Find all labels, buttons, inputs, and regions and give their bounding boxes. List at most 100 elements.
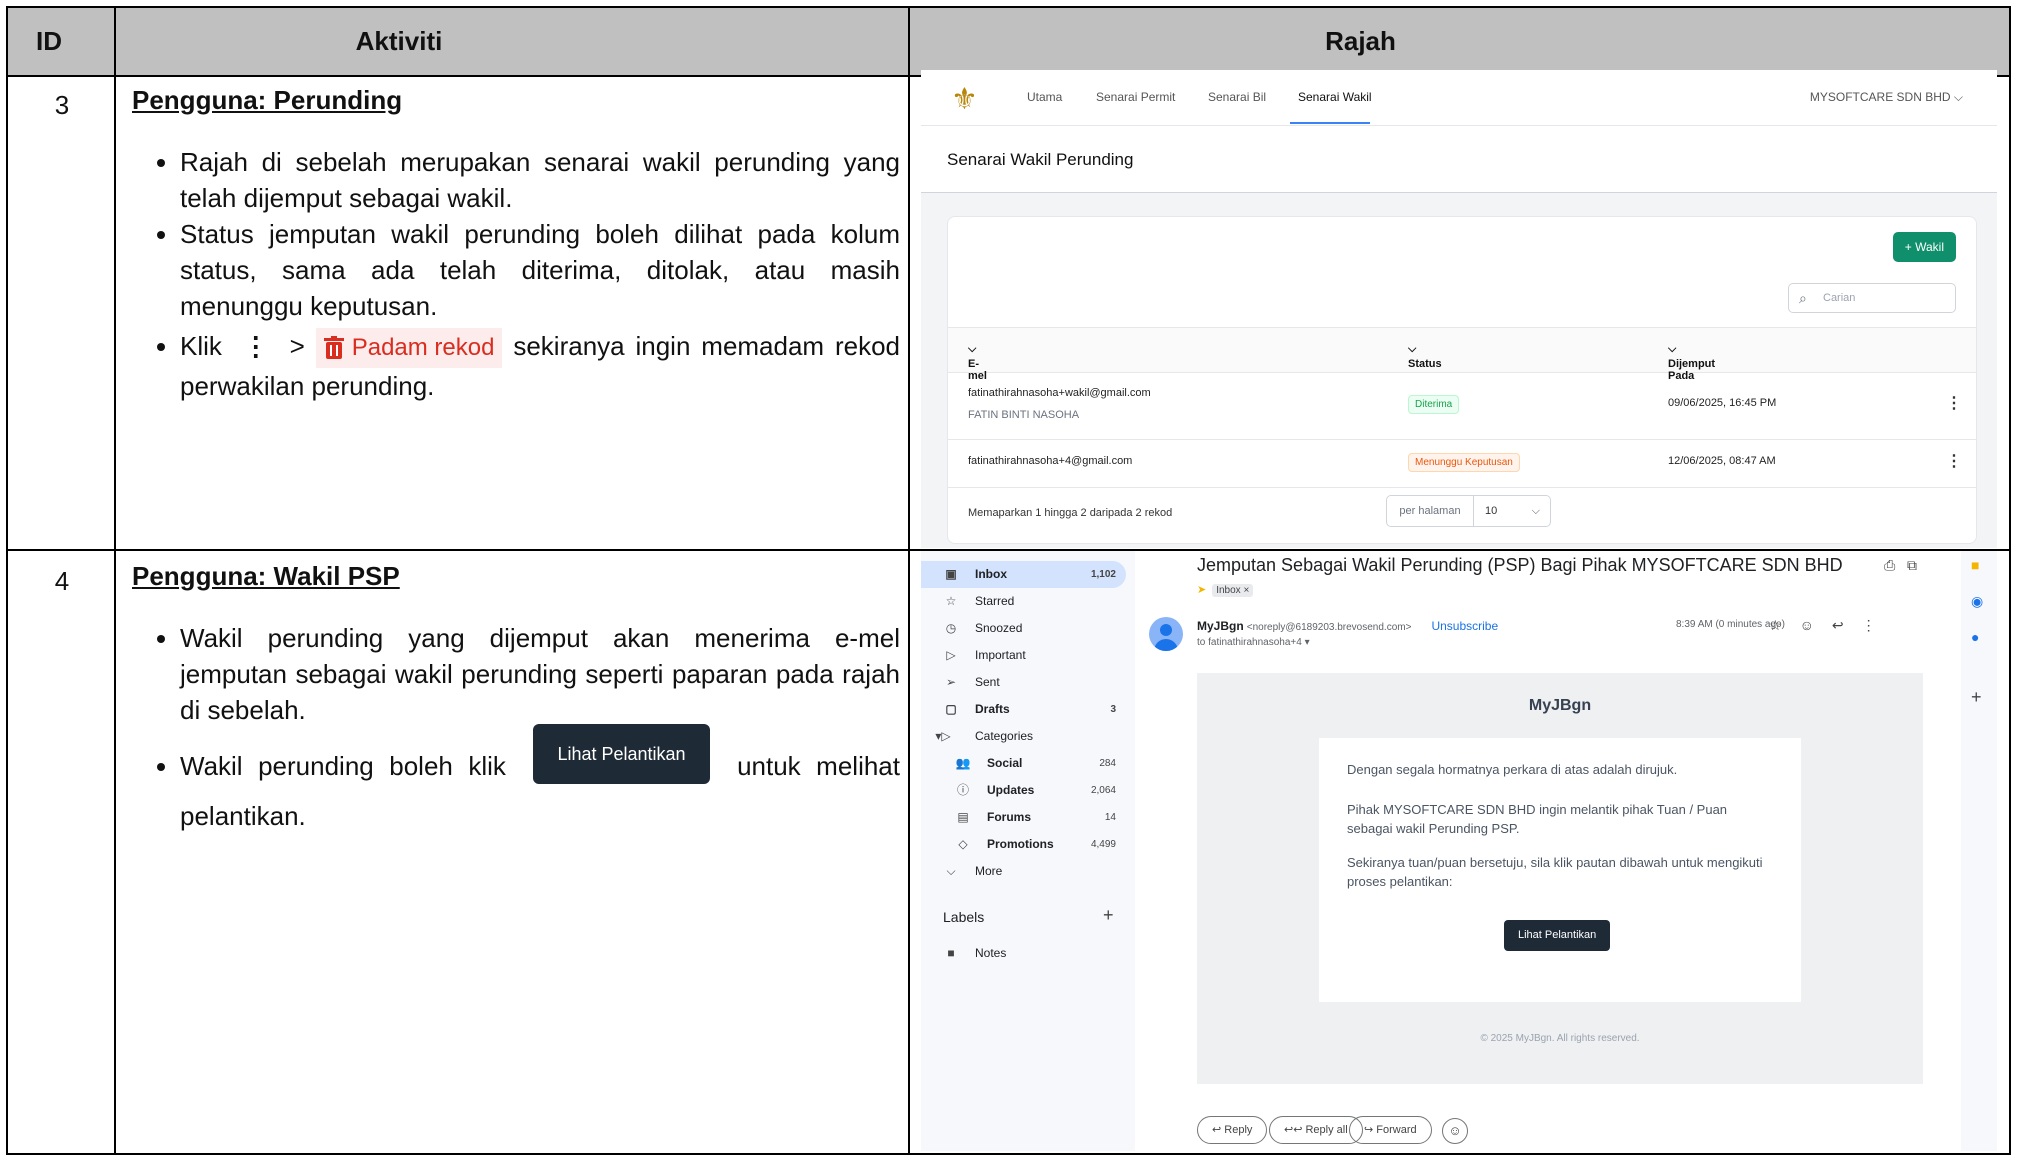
nav-senarai-permit[interactable]: Senarai Permit bbox=[1096, 90, 1175, 104]
col-email[interactable]: E-mel ⌵ bbox=[968, 343, 987, 382]
sidebar-count: 2,064 bbox=[1090, 785, 1116, 796]
top-nav: ⚜ Utama Senarai Permit Senarai Bil Senar… bbox=[921, 70, 1997, 126]
row-date: 12/06/2025, 08:47 AM bbox=[1668, 455, 1776, 467]
table-row: fatinathirahnasoha+wakil@gmail.com FATIN… bbox=[948, 371, 1976, 440]
chevron-down-icon: ⌵ bbox=[1531, 505, 1540, 517]
row3-id: 3 bbox=[54, 90, 70, 120]
sidebar-count: 4,499 bbox=[1090, 839, 1116, 850]
email-top-actions: ⎙ ⧉ bbox=[1884, 557, 1917, 574]
email-subject: Jemputan Sebagai Wakil Perunding (PSP) B… bbox=[1197, 555, 1843, 575]
print-icon[interactable]: ⎙ bbox=[1884, 557, 1895, 573]
sidebar-label: Social bbox=[987, 756, 1023, 770]
kebab-menu-icon[interactable]: ⋮ bbox=[1946, 451, 1962, 471]
row4-bullet-1: Wakil perunding yang dijemput akan mener… bbox=[180, 620, 900, 728]
sidebar-item-categories[interactable]: ▾▷ Categories bbox=[921, 723, 1126, 750]
reply-icon[interactable]: ↩ bbox=[1832, 617, 1844, 633]
org-dropdown[interactable]: MYSOFTCARE SDN BHD ⌵ bbox=[1810, 90, 1963, 105]
recipient-line[interactable]: to fatinathirahnasoha+4 ▾ bbox=[1197, 637, 1310, 648]
delete-record-label: Padam rekod bbox=[351, 334, 495, 362]
sidebar-item-important[interactable]: ▷ Important bbox=[921, 642, 1126, 669]
search-input[interactable]: ⌕ Carian bbox=[1788, 283, 1956, 313]
forward-button[interactable]: ↪ Forward bbox=[1349, 1116, 1432, 1144]
side-rail: ■ ◉ ● + bbox=[1961, 551, 1997, 1151]
row-date: 09/06/2025, 16:45 PM bbox=[1668, 397, 1777, 409]
email-para-1: Dengan segala hormatnya perkara di atas … bbox=[1347, 762, 1678, 777]
view-appointment-button[interactable]: Lihat Pelantikan bbox=[1504, 920, 1611, 951]
sidebar-item-starred[interactable]: ☆ Starred bbox=[921, 588, 1126, 615]
send-icon: ➢ bbox=[945, 675, 957, 689]
label-icon: ■ bbox=[947, 946, 955, 960]
view-appointment-chip: Lihat Pelantikan bbox=[533, 724, 710, 784]
emoji-react-icon[interactable]: ☺ bbox=[1442, 1118, 1468, 1144]
sidebar-item-notes[interactable]: ■ Notes bbox=[921, 940, 1126, 967]
email-view: Jemputan Sebagai Wakil Perunding (PSP) B… bbox=[1135, 551, 1961, 1151]
sidebar-label: Starred bbox=[975, 594, 1015, 608]
col-invited-at[interactable]: Dijemput Pada ⌵ bbox=[1668, 343, 1715, 382]
message-actions: ☆ ☺ ↩ ⋮ bbox=[1769, 617, 1894, 634]
tasks-icon[interactable]: ◉ bbox=[1971, 593, 1983, 610]
sidebar-item-snoozed[interactable]: ◷ Snoozed bbox=[921, 615, 1126, 642]
row3-activity: Pengguna: Perunding Rajah di sebelah mer… bbox=[132, 82, 900, 404]
sidebar-item-drafts[interactable]: ▢ Drafts 3 bbox=[921, 696, 1126, 723]
nav-senarai-wakil[interactable]: Senarai Wakil bbox=[1298, 90, 1372, 104]
row-email: fatinathirahnasoha+wakil@gmail.com bbox=[968, 387, 1151, 399]
sidebar-item-updates[interactable]: ⓘ Updates 2,064 bbox=[921, 777, 1126, 804]
forum-icon: ▤ bbox=[957, 810, 969, 824]
header-figure: Rajah bbox=[1325, 26, 1396, 56]
row-name: FATIN BINTI NASOHA bbox=[968, 409, 1080, 421]
reply-button[interactable]: ↩ Reply bbox=[1197, 1116, 1268, 1144]
sidebar-item-more[interactable]: ⌵ More bbox=[921, 858, 1126, 885]
open-new-window-icon[interactable]: ⧉ bbox=[1907, 557, 1917, 573]
sidebar-item-sent[interactable]: ➢ Sent bbox=[921, 669, 1126, 696]
row3-title: Pengguna: Perunding bbox=[132, 85, 403, 115]
header-activity: Aktiviti bbox=[355, 26, 443, 56]
sidebar-count: 14 bbox=[1104, 812, 1116, 823]
star-icon[interactable]: ☆ bbox=[1769, 617, 1782, 633]
nav-utama[interactable]: Utama bbox=[1027, 90, 1062, 104]
contacts-icon[interactable]: ● bbox=[1971, 629, 1979, 645]
email-para-2: Pihak MYSOFTCARE SDN BHD ingin melantik … bbox=[1347, 802, 1728, 836]
sidebar-label: Sent bbox=[975, 675, 1000, 689]
org-name: MYSOFTCARE SDN BHD bbox=[1809, 90, 1951, 104]
search-icon: ⌕ bbox=[1799, 290, 1807, 306]
sidebar-label: Promotions bbox=[987, 837, 1054, 851]
sidebar-label: Notes bbox=[975, 946, 1007, 960]
add-label-icon[interactable]: + bbox=[1103, 905, 1114, 926]
sidebar-count: 284 bbox=[1099, 758, 1116, 769]
sidebar-label: Inbox bbox=[975, 567, 1007, 581]
sidebar-label: More bbox=[975, 864, 1003, 878]
delete-record-chip: Padam rekod bbox=[315, 328, 503, 369]
sidebar-label: Snoozed bbox=[975, 621, 1023, 635]
draft-icon: ▢ bbox=[945, 702, 957, 716]
status-badge: Menunggu Keputusan bbox=[1408, 453, 1520, 472]
unsubscribe-link[interactable]: Unsubscribe bbox=[1431, 619, 1498, 633]
inbox-icon: ▣ bbox=[945, 567, 957, 581]
label-expand-icon: ▾▷ bbox=[935, 729, 951, 743]
sidebar-item-forums[interactable]: ▤ Forums 14 bbox=[921, 804, 1126, 831]
sidebar-item-promotions[interactable]: ◇ Promotions 4,499 bbox=[921, 831, 1126, 858]
col-status[interactable]: Status ⌵ bbox=[1408, 343, 1442, 370]
nav-senarai-bil[interactable]: Senarai Bil bbox=[1208, 90, 1266, 104]
inbox-tag[interactable]: Inbox × bbox=[1212, 584, 1254, 597]
add-wakil-button[interactable]: + Wakil bbox=[1892, 232, 1956, 262]
row4-b2-prefix: Wakil perunding boleh klik bbox=[180, 750, 506, 781]
email-brand: MyJBgn bbox=[1528, 697, 1592, 714]
per-page-select[interactable]: per halaman 10 ⌵ bbox=[1386, 495, 1551, 527]
sidebar-item-inbox[interactable]: ▣ Inbox 1,102 bbox=[921, 561, 1126, 588]
kebab-menu-icon[interactable]: ⋮ bbox=[1946, 393, 1962, 413]
add-addon-icon[interactable]: + bbox=[1971, 687, 1982, 708]
row3-bullet-3: Klik ⋮ > Padam rekod sekiranya ingin mem… bbox=[180, 328, 900, 404]
emoji-icon[interactable]: ☺ bbox=[1800, 617, 1814, 633]
sidebar-item-social[interactable]: 👥 Social 284 bbox=[921, 750, 1126, 777]
email-body: MyJBgn Dengan segala hormatnya perkara d… bbox=[1197, 673, 1923, 1084]
pagination-summary: Memaparkan 1 hingga 2 daripada 2 rekod bbox=[968, 507, 1173, 519]
more-vert-icon[interactable]: ⋮ bbox=[1862, 617, 1876, 633]
status-badge: Diterima bbox=[1408, 395, 1460, 414]
keep-icon[interactable]: ■ bbox=[1971, 557, 1979, 573]
row3-bullets: Rajah di sebelah merupakan senarai wakil… bbox=[132, 144, 900, 404]
sidebar-label: Categories bbox=[975, 729, 1034, 743]
sender-line: MyJBgn <noreply@6189203.brevosend.com> Un… bbox=[1197, 619, 1498, 633]
people-icon: 👥 bbox=[955, 756, 971, 770]
row4-bullet-2: Wakil perunding boleh klik Lihat Pelanti… bbox=[180, 724, 900, 834]
gmail-screenshot: ▣ Inbox 1,102 ☆ Starred ◷ Snoozed ▷ Important… bbox=[921, 551, 1997, 1151]
